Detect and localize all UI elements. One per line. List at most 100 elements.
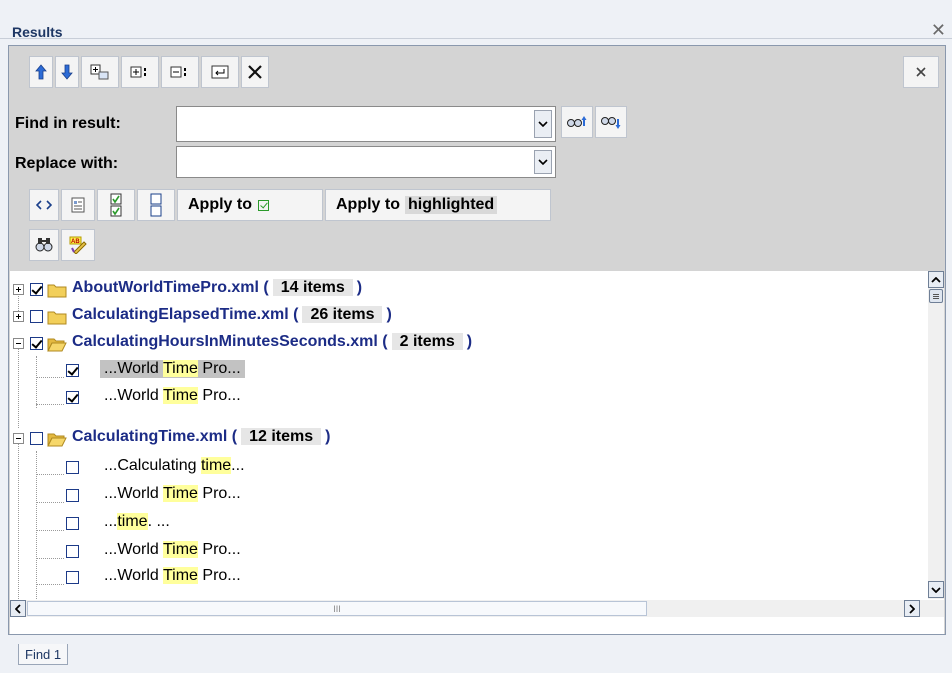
- highlighted-match: Time: [162, 360, 198, 377]
- folder-icon: [47, 311, 67, 325]
- panel-close-icon[interactable]: ✕: [931, 20, 946, 41]
- horizontal-scroll-thumb[interactable]: III: [27, 601, 647, 616]
- item-count: 26 items: [302, 306, 383, 323]
- file-name: CalculatingElapsedTime.xml (: [72, 306, 299, 323]
- checkbox-checked-icon: [258, 199, 269, 211]
- result-checkbox[interactable]: [66, 489, 79, 502]
- code-view-button[interactable]: [29, 189, 59, 221]
- folder-icon: [47, 284, 67, 298]
- expand-all-button[interactable]: [81, 56, 119, 88]
- chevron-down-icon: [538, 159, 548, 165]
- scroll-up-button[interactable]: [928, 271, 944, 288]
- result-item[interactable]: ...Calculating time...: [10, 454, 910, 480]
- expand-button[interactable]: [121, 56, 159, 88]
- scroll-grip: III: [333, 603, 341, 614]
- results-panel-header: Results ✕: [0, 0, 952, 41]
- check-all-button[interactable]: [97, 189, 135, 221]
- find-next-button[interactable]: [595, 106, 627, 138]
- scroll-left-button[interactable]: [10, 600, 26, 617]
- chevron-up-icon: [931, 276, 941, 283]
- find-label: Find in result:: [15, 115, 121, 132]
- spell-check-icon: AB: [69, 236, 87, 254]
- find-next-icon: [601, 117, 621, 129]
- result-item[interactable]: ...World Time Pro...: [10, 357, 910, 383]
- find-input[interactable]: [179, 109, 533, 139]
- results-tree: AboutWorldTimePro.xml (14 items) Calcula…: [10, 271, 944, 634]
- move-down-button[interactable]: [55, 56, 79, 88]
- item-count: 14 items: [272, 279, 353, 296]
- collapse-icon[interactable]: [13, 433, 24, 444]
- replace-input[interactable]: [179, 149, 533, 177]
- find-all-button[interactable]: [29, 229, 59, 261]
- apply-to-label: Apply to: [188, 196, 252, 213]
- highlighted-match: Time: [162, 567, 198, 584]
- vertical-scrollbar[interactable]: [928, 271, 944, 599]
- result-checkbox[interactable]: [66, 461, 79, 474]
- result-checkbox[interactable]: [66, 364, 79, 377]
- document-view-button[interactable]: [61, 189, 95, 221]
- find-previous-button[interactable]: [561, 106, 593, 138]
- result-item[interactable]: ...World Time Pro...: [10, 538, 910, 564]
- uncheck-all-icon: [150, 193, 162, 217]
- result-checkbox[interactable]: [66, 517, 79, 530]
- find-previous-icon: [567, 116, 587, 127]
- result-item[interactable]: ...World Time Pro...: [10, 482, 910, 508]
- code-view-icon: [36, 200, 52, 210]
- horizontal-scrollbar[interactable]: III: [10, 600, 944, 617]
- result-checkbox[interactable]: [66, 545, 79, 558]
- expand-icon[interactable]: [13, 284, 24, 295]
- scroll-right-button[interactable]: [904, 600, 920, 617]
- file-row[interactable]: CalculatingHoursInMinutesSeconds.xml (2 …: [10, 329, 910, 355]
- spell-check-button[interactable]: AB: [61, 229, 95, 261]
- svg-text:AB: AB: [71, 239, 80, 245]
- replace-combobox[interactable]: [176, 146, 556, 178]
- chevron-left-icon: [15, 603, 21, 614]
- file-row[interactable]: CalculatingElapsedTime.xml (26 items): [10, 302, 910, 328]
- expand-all-icon: [90, 64, 109, 80]
- find-dropdown-button[interactable]: [534, 110, 552, 138]
- scroll-down-button[interactable]: [928, 581, 944, 598]
- clear-results-button[interactable]: [241, 56, 269, 88]
- highlighted-word: highlighted: [405, 196, 498, 214]
- highlighted-match: time: [200, 457, 232, 474]
- collapse-icon: [170, 66, 186, 78]
- result-checkbox[interactable]: [66, 571, 79, 584]
- file-checkbox[interactable]: [30, 283, 43, 296]
- file-row[interactable]: AboutWorldTimePro.xml (14 items): [10, 275, 910, 301]
- apply-to-checked-button[interactable]: Apply to: [177, 189, 323, 221]
- tab-find-1[interactable]: Find 1: [18, 644, 69, 665]
- highlighted-match: time: [117, 513, 148, 530]
- result-item[interactable]: ...World Time Pro...: [10, 564, 910, 590]
- file-name: CalculatingHoursInMinutesSeconds.xml (: [72, 333, 388, 350]
- scroll-thumb[interactable]: [929, 289, 943, 303]
- result-item[interactable]: ...time. ...: [10, 510, 910, 536]
- result-tabs: Find 1: [8, 642, 944, 668]
- chevron-down-icon: [538, 121, 548, 127]
- file-row[interactable]: CalculatingTime.xml (12 items): [10, 424, 910, 450]
- find-combobox[interactable]: [176, 106, 556, 142]
- file-checkbox[interactable]: [30, 337, 43, 350]
- uncheck-all-button[interactable]: [137, 189, 175, 221]
- highlighted-match: Time: [162, 387, 198, 404]
- panel-title: Results: [12, 24, 63, 40]
- arrow-up-icon: [35, 64, 47, 80]
- close-find-button[interactable]: [903, 56, 939, 88]
- find-icon: [35, 238, 53, 252]
- collapse-icon[interactable]: [13, 338, 24, 349]
- replace-dropdown-button[interactable]: [534, 150, 552, 174]
- close-icon: [248, 65, 262, 79]
- move-up-button[interactable]: [29, 56, 53, 88]
- file-checkbox[interactable]: [30, 432, 43, 445]
- apply-to-highlighted-button[interactable]: Apply to highlighted: [325, 189, 551, 221]
- word-wrap-button[interactable]: [201, 56, 239, 88]
- result-item[interactable]: ...World Time Pro...: [10, 384, 910, 410]
- expand-icon[interactable]: [13, 311, 24, 322]
- item-count: 2 items: [391, 333, 463, 350]
- collapse-button[interactable]: [161, 56, 199, 88]
- result-checkbox[interactable]: [66, 391, 79, 404]
- file-checkbox[interactable]: [30, 310, 43, 323]
- close-icon: [916, 67, 926, 77]
- highlighted-match: Time: [162, 485, 198, 502]
- expand-icon: [130, 66, 146, 78]
- chevron-down-icon: [931, 586, 941, 593]
